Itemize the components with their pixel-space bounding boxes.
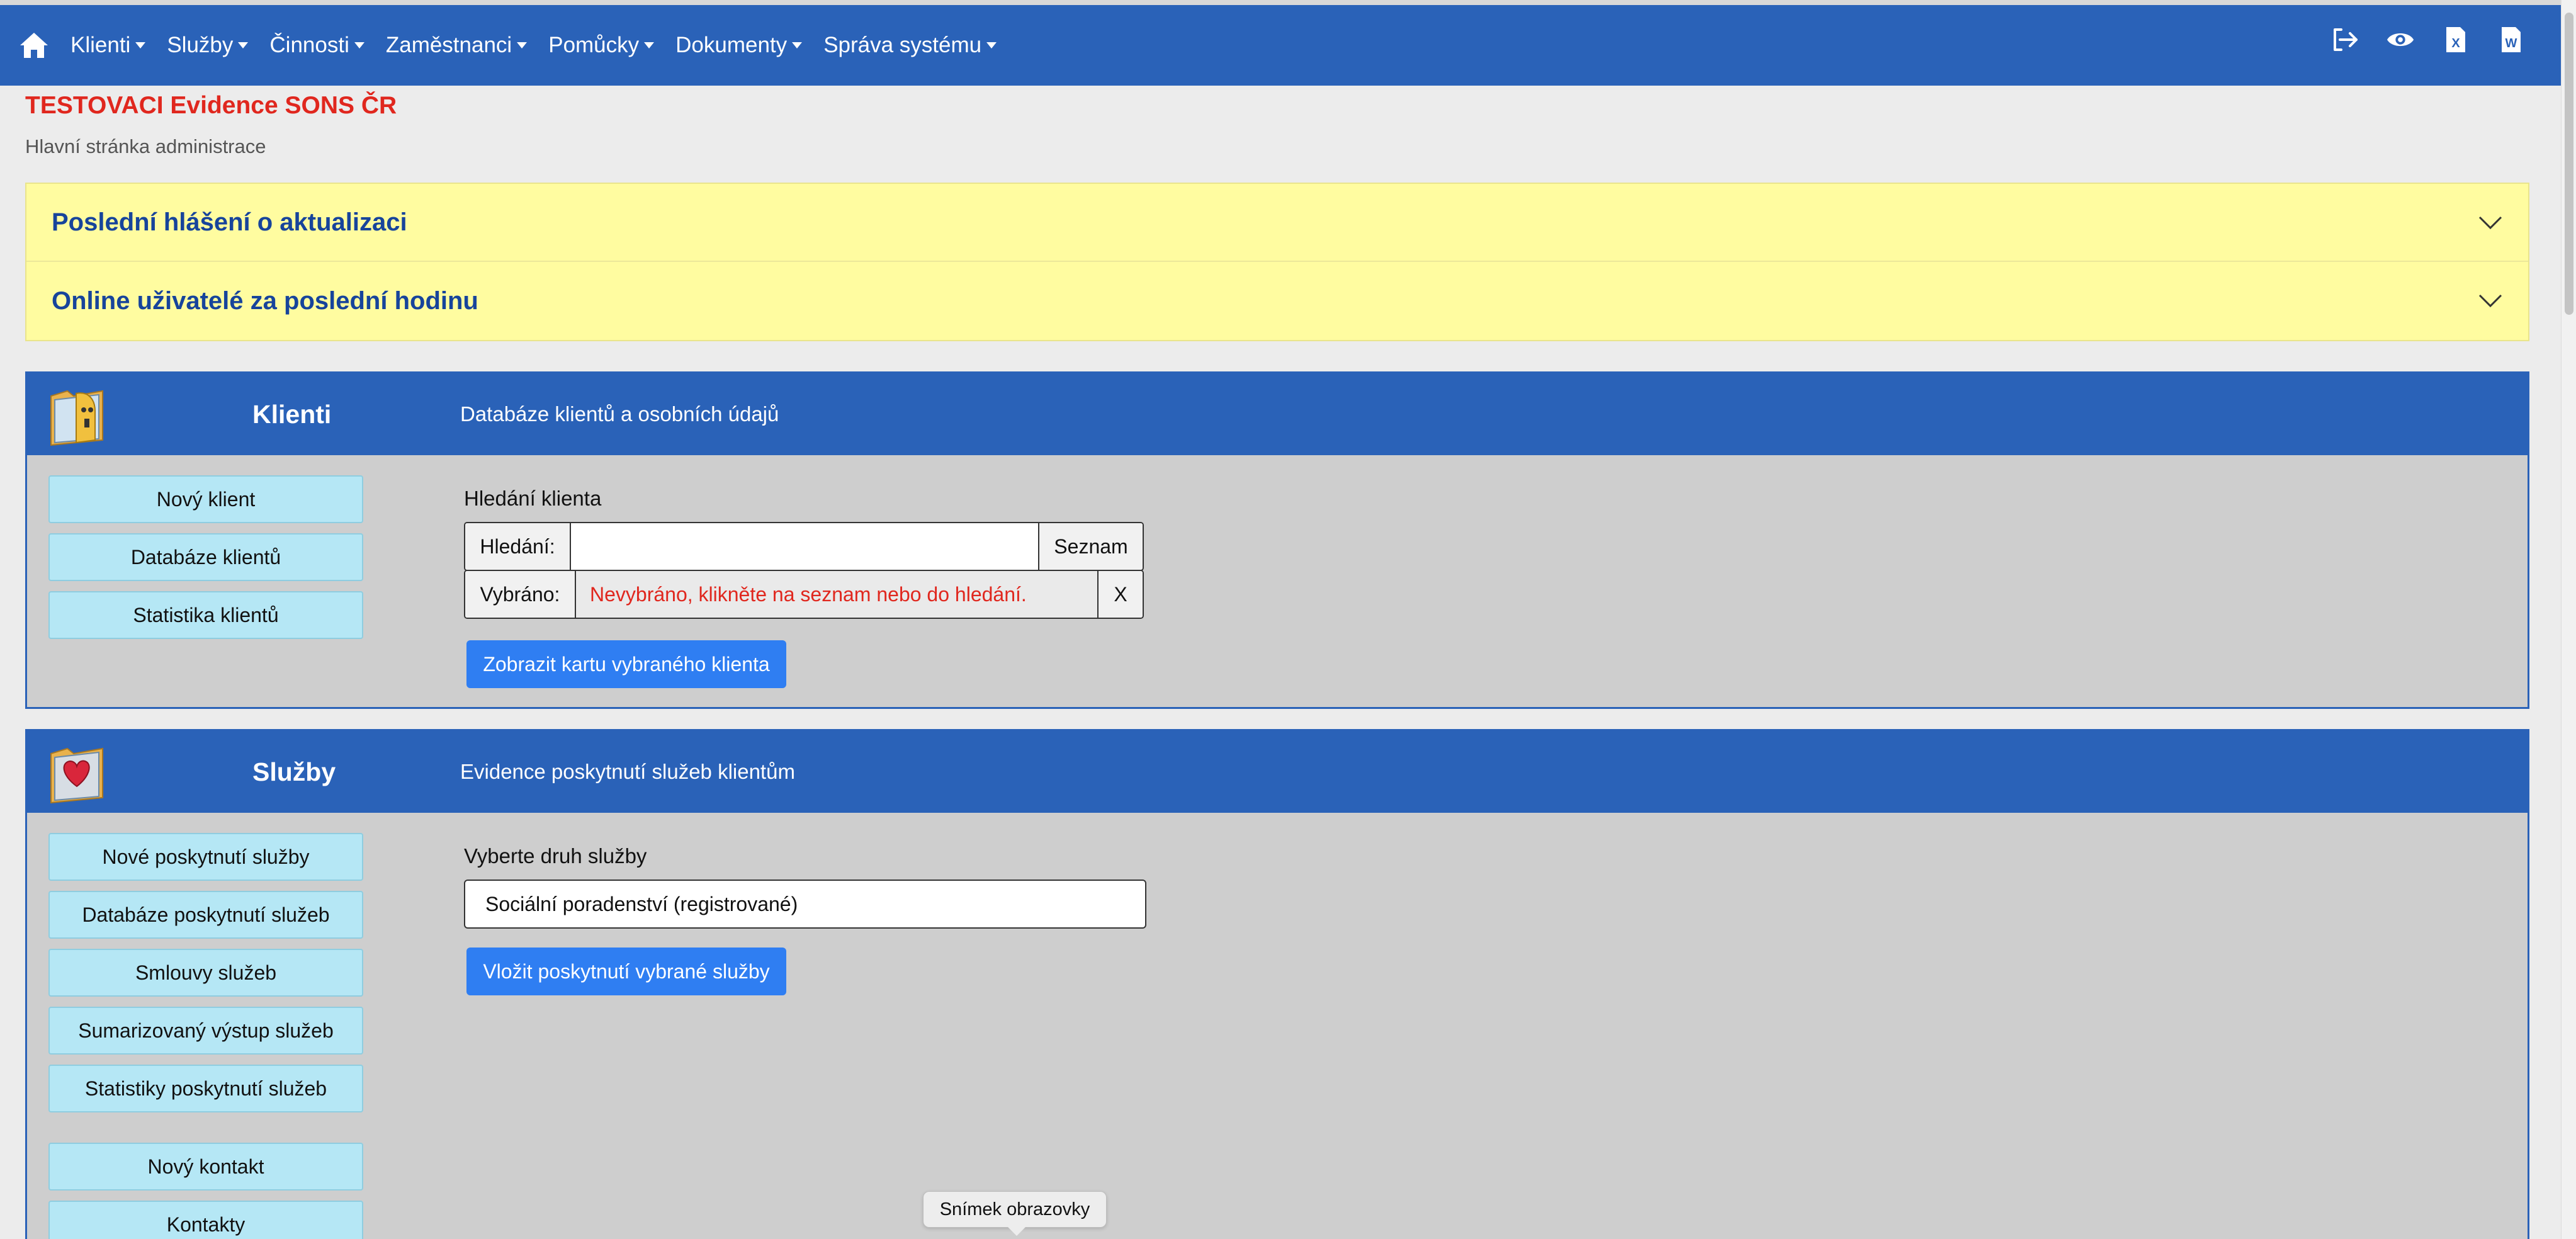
services-panel: Služby Evidence poskytnutí služeb klient…: [25, 729, 2529, 1239]
nav-menu-klienti[interactable]: Klienti: [71, 33, 146, 58]
nav-menu-cinnosti[interactable]: Činnosti: [269, 33, 364, 58]
selected-prefix-label: Vybráno:: [465, 571, 576, 618]
caret-down-icon: [238, 42, 249, 48]
app-title: TESTOVACI Evidence SONS ČR: [25, 92, 397, 119]
contacts-button[interactable]: Kontakty: [48, 1201, 363, 1239]
nav-menu-sprava-systemu[interactable]: Správa systému: [823, 33, 997, 58]
caret-down-icon: [644, 42, 655, 48]
nav-menu-dokumenty[interactable]: Dokumenty: [675, 33, 803, 58]
top-navbar: Klienti Služby Činnosti Zaměstnanci Pomů…: [0, 5, 2561, 86]
nav-label: Dokumenty: [675, 33, 788, 57]
client-folder-icon: [50, 390, 103, 446]
chevron-down-icon: [2478, 216, 2502, 230]
new-contact-button[interactable]: Nový kontakt: [48, 1143, 363, 1191]
word-icon[interactable]: W: [2497, 24, 2526, 55]
screenshot-tooltip: Snímek obrazovky: [923, 1191, 1107, 1236]
panel-description: Evidence poskytnutí služeb klientům: [460, 760, 795, 783]
navbar-right-icons: X W: [2330, 24, 2526, 55]
excel-icon[interactable]: X: [2441, 24, 2470, 55]
nav-menu-pomucky[interactable]: Pomůcky: [548, 33, 655, 58]
page-scrollbar[interactable]: [2561, 0, 2576, 1239]
client-database-button[interactable]: Databáze klientů: [48, 533, 363, 581]
caret-down-icon: [517, 42, 528, 48]
nav-menu-zamestnanci[interactable]: Zaměstnanci: [385, 33, 528, 58]
heart-folder-icon: [50, 747, 103, 804]
nav-label: Správa systému: [823, 33, 982, 57]
caret-down-icon: [354, 42, 364, 48]
nav-menu-sluzby[interactable]: Služby: [167, 33, 249, 58]
clients-panel: Klienti Databáze klientů a osobních údaj…: [25, 371, 2529, 709]
panel-title: Klienti: [252, 399, 332, 429]
logout-icon[interactable]: [2330, 24, 2359, 55]
nav-label: Služby: [167, 33, 234, 57]
accordion-label: Online uživatelé za poslední hodinu: [52, 286, 478, 315]
caret-down-icon: [792, 42, 803, 48]
service-statistics-button[interactable]: Statistiky poskytnutí služeb: [48, 1065, 363, 1112]
service-summary-button[interactable]: Sumarizovaný výstup služeb: [48, 1007, 363, 1055]
show-client-card-button[interactable]: Zobrazit kartu vybraného klienta: [466, 640, 786, 688]
scrollbar-thumb[interactable]: [2565, 13, 2573, 315]
service-type-select[interactable]: Sociální poradenství (registrované): [464, 880, 1146, 929]
services-panel-header: Služby Evidence poskytnutí služeb klient…: [27, 731, 2528, 813]
panel-description: Databáze klientů a osobních údajů: [460, 402, 779, 426]
nav-label: Klienti: [71, 33, 131, 57]
home-icon[interactable]: [19, 28, 53, 62]
window-top-strip: [0, 0, 2576, 5]
nav-label: Činnosti: [269, 33, 349, 57]
svg-text:W: W: [2505, 37, 2517, 50]
new-client-button[interactable]: Nový klient: [48, 475, 363, 523]
client-search-heading: Hledání klienta: [464, 487, 602, 510]
client-search-input[interactable]: [571, 523, 1038, 570]
service-type-heading: Vyberte druh služby: [464, 844, 647, 868]
chevron-down-icon: [2478, 294, 2502, 308]
new-service-button[interactable]: Nové poskytnutí služby: [48, 833, 363, 881]
service-database-button[interactable]: Databáze poskytnutí služeb: [48, 891, 363, 939]
search-input-wrapper: [571, 523, 1038, 570]
eye-icon[interactable]: [2386, 24, 2415, 55]
accordion-last-updates[interactable]: Poslední hlášení o aktualizaci: [26, 184, 2528, 262]
selected-client-value: Nevybráno, klikněte na seznam nebo do hl…: [576, 571, 1097, 618]
page-subtitle: Hlavní stránka administrace: [25, 135, 266, 157]
client-list-button[interactable]: Seznam: [1038, 523, 1143, 570]
accordion-online-users[interactable]: Online uživatelé za poslední hodinu: [26, 262, 2528, 340]
service-contracts-button[interactable]: Smlouvy služeb: [48, 949, 363, 997]
panel-title: Služby: [252, 757, 336, 786]
clear-selection-button[interactable]: X: [1097, 571, 1143, 618]
svg-text:X: X: [2451, 37, 2460, 50]
client-statistics-button[interactable]: Statistika klientů: [48, 591, 363, 639]
client-search-row: Hledání: Seznam: [464, 522, 1144, 571]
accordion-label: Poslední hlášení o aktualizaci: [52, 208, 407, 236]
insert-service-button[interactable]: Vložit poskytnutí vybrané služby: [466, 948, 786, 995]
info-accordion: Poslední hlášení o aktualizaci Online už…: [25, 183, 2529, 341]
client-selected-row: Vybráno: Nevybráno, klikněte na seznam n…: [464, 570, 1144, 619]
clients-panel-header: Klienti Databáze klientů a osobních údaj…: [27, 373, 2528, 455]
caret-down-icon: [986, 42, 997, 48]
search-prefix-label: Hledání:: [465, 523, 571, 570]
nav-label: Pomůcky: [548, 33, 640, 57]
nav-label: Zaměstnanci: [385, 33, 512, 57]
caret-down-icon: [135, 42, 146, 48]
